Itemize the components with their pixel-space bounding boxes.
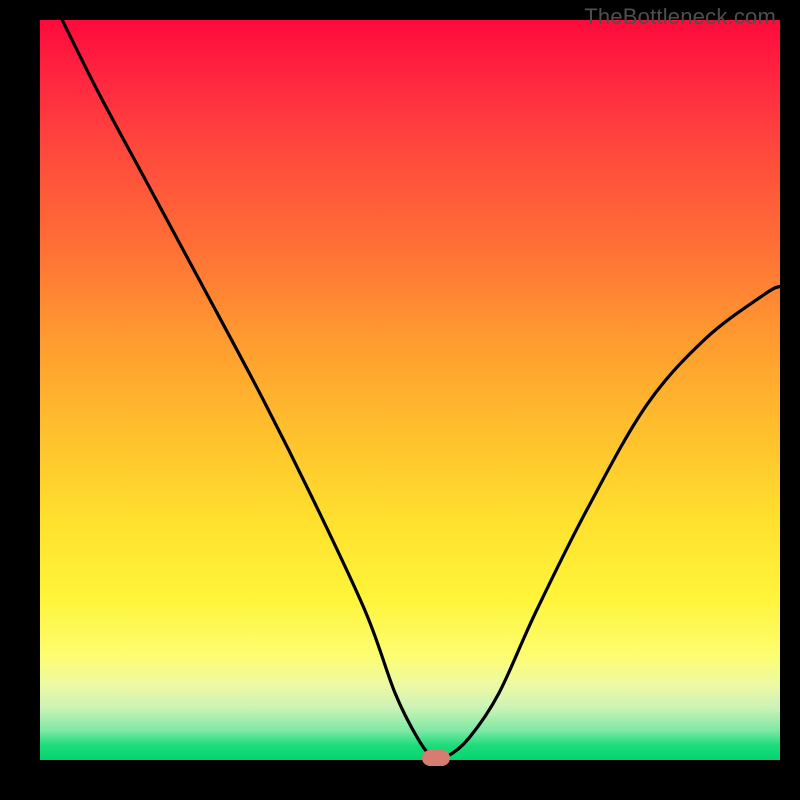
- chart-frame: TheBottleneck.com: [0, 0, 800, 800]
- bottleneck-curve: [40, 20, 780, 760]
- minimum-marker: [422, 750, 450, 766]
- plot-area: [40, 20, 780, 760]
- watermark-text: TheBottleneck.com: [584, 4, 776, 30]
